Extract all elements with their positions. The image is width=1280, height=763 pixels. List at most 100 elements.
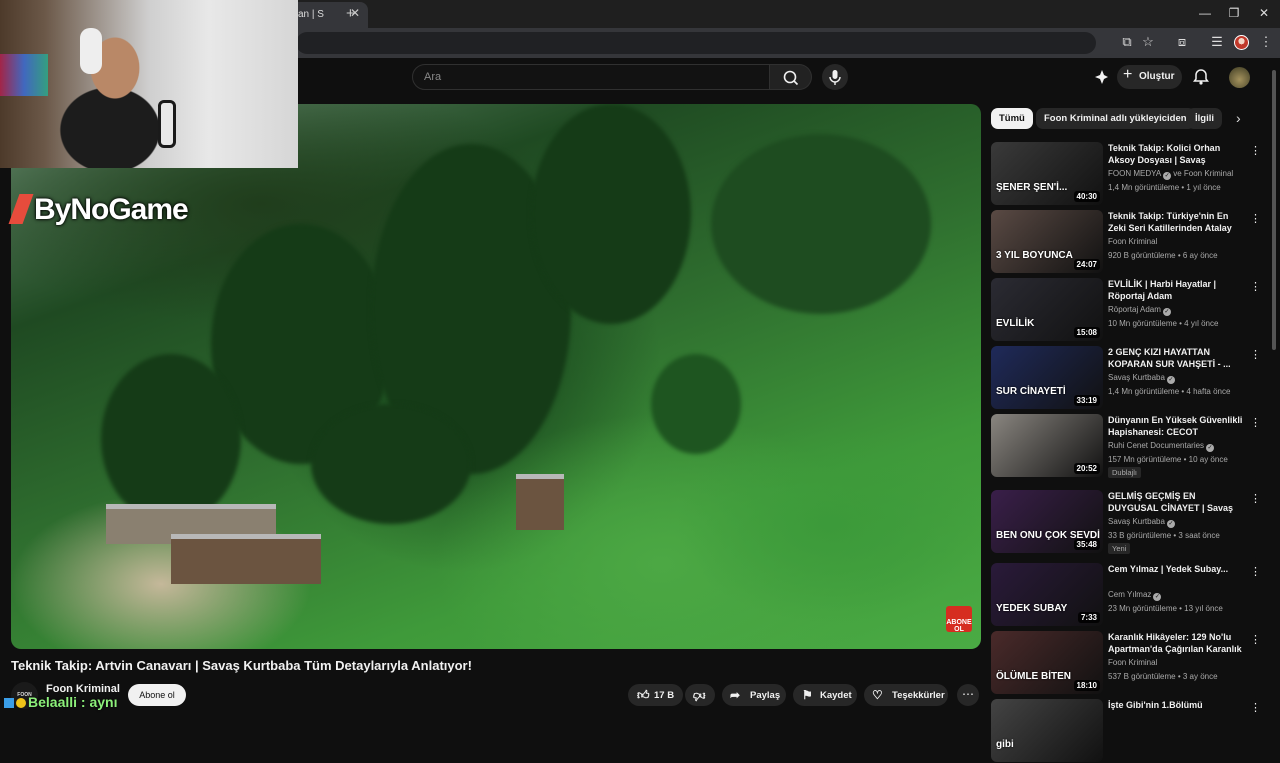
recommendation-title[interactable]: Dünyanın En Yüksek Güvenlikli Hapishanes… xyxy=(1108,414,1243,440)
share-button[interactable]: ➦ Paylaş xyxy=(722,684,786,706)
thumbnail-caption: SUR CİNAYETİ xyxy=(996,386,1066,397)
video-title: Teknik Takip: Artvin Canavarı | Savaş Ku… xyxy=(11,658,472,673)
video-thumbnail[interactable]: ÖLÜMLE BİTEN 18:10 xyxy=(991,631,1103,694)
more-vertical-icon[interactable]: ⋮ xyxy=(1250,144,1261,157)
recommendation-channel[interactable]: Foon Kriminal xyxy=(1108,658,1157,667)
more-vertical-icon[interactable]: ⋮ xyxy=(1250,212,1261,225)
account-avatar[interactable] xyxy=(1229,67,1250,88)
like-button[interactable]: 👍︎ 17 B xyxy=(628,684,683,706)
verified-check-icon: ✓ xyxy=(1153,593,1162,601)
address-bar[interactable] xyxy=(296,32,1096,54)
recommendation-channel-name: Cem Yılmaz xyxy=(1108,590,1152,599)
subscribe-watermark-badge[interactable]: ABONE OL xyxy=(946,606,972,633)
browser-menu-icon[interactable]: ⋮ xyxy=(1257,34,1275,52)
video-thumbnail[interactable]: YEDEK SUBAY 7:33 xyxy=(991,563,1103,626)
recommendation-item[interactable]: SUR CİNAYETİ 33:19 2 GENÇ KIZI HAYATTAN KO… xyxy=(991,346,1271,410)
video-thumbnail[interactable]: EVLİLİK 15:08 xyxy=(991,278,1103,341)
search-button[interactable] xyxy=(770,64,812,90)
recommendation-channel[interactable]: Röportaj Adam ✓ xyxy=(1108,305,1173,316)
recommendation-title[interactable]: Cem Yılmaz | Yedek Subay... xyxy=(1108,563,1243,589)
recommendation-item[interactable]: BEN ONU ÇOK SEVDİ 35:48 GELMİŞ GEÇMİŞ EN D… xyxy=(991,490,1271,554)
sparkle-icon[interactable] xyxy=(1092,68,1110,86)
create-button[interactable]: + Oluştur xyxy=(1117,65,1182,89)
recommendation-title[interactable]: İşte Gibi'nin 1.Bölümü xyxy=(1108,699,1243,725)
recommendation-meta: 157 Mn görüntüleme • 10 ay önce xyxy=(1108,455,1228,464)
search-input[interactable]: Ara xyxy=(412,64,770,90)
thanks-icon: ♡ xyxy=(872,688,883,702)
verified-check-icon: ✓ xyxy=(1166,520,1175,528)
recommendation-title[interactable]: EVLİLİK | Harbi Hayatlar | Röportaj Adam xyxy=(1108,278,1243,304)
duration-badge: 24:07 xyxy=(1073,259,1100,270)
new-tab-button[interactable]: + xyxy=(346,5,355,22)
voice-search-button[interactable] xyxy=(822,64,848,90)
video-thumbnail[interactable]: 20:52 xyxy=(991,414,1103,477)
recommendation-channel[interactable]: Ruhi Cenet Documentaries ✓ xyxy=(1108,441,1216,452)
dislike-button[interactable]: 👍︎ xyxy=(685,684,715,706)
duration-badge: 33:19 xyxy=(1073,395,1100,406)
recommendation-channel[interactable]: FOON MEDYA ✓ ve Foon Kriminal xyxy=(1108,169,1233,180)
more-vertical-icon[interactable]: ⋮ xyxy=(1250,416,1261,429)
recommendation-title[interactable]: Teknik Takip: Türkiye'nin En Zeki Seri K… xyxy=(1108,210,1243,236)
recommendation-meta: 920 B görüntüleme • 6 ay önce xyxy=(1108,251,1218,260)
recommendation-item[interactable]: ÖLÜMLE BİTEN 18:10 Karanlık Hikâyeler: 129… xyxy=(991,631,1271,695)
recommendation-title[interactable]: Karanlık Hikâyeler: 129 No'lu Apartman'd… xyxy=(1108,631,1243,657)
recommendation-item[interactable]: gibi İşte Gibi'nin 1.Bölümü ⋮ xyxy=(991,699,1271,763)
duration-badge: 15:08 xyxy=(1073,327,1100,338)
video-thumbnail[interactable]: 3 YIL BOYUNCA 24:07 xyxy=(991,210,1103,273)
recommendation-channel[interactable]: Savaş Kurtbaba ✓ xyxy=(1108,373,1177,384)
more-vertical-icon[interactable]: ⋮ xyxy=(1250,633,1261,646)
recommendation-item[interactable]: 3 YIL BOYUNCA 24:07 Teknik Takip: Türkiye'… xyxy=(991,210,1271,274)
minimize-button[interactable]: — xyxy=(1195,6,1215,20)
restore-button[interactable]: ❐ xyxy=(1224,6,1244,20)
duration-badge: 40:30 xyxy=(1073,191,1100,202)
webcam-overlay xyxy=(0,0,298,168)
duration-badge: 35:48 xyxy=(1073,539,1100,550)
bookmark-star-icon[interactable]: ☆ xyxy=(1139,34,1157,52)
more-vertical-icon[interactable]: ⋮ xyxy=(1250,348,1261,361)
thanks-button[interactable]: ♡ Teşekkürler xyxy=(864,684,948,706)
video-thumbnail[interactable]: SUR CİNAYETİ 33:19 xyxy=(991,346,1103,409)
recommendation-item[interactable]: 20:52 Dünyanın En Yüksek Güvenlikli Hapis… xyxy=(991,414,1271,478)
chip-related[interactable]: İlgili xyxy=(1187,108,1222,129)
recommendation-channel-name: Foon Kriminal xyxy=(1108,237,1158,246)
more-vertical-icon[interactable]: ⋮ xyxy=(1250,701,1261,714)
sidebar-scrollbar[interactable] xyxy=(1272,70,1276,350)
recommendation-channel-name: Ruhi Cenet Documentaries xyxy=(1108,441,1205,450)
video-thumbnail[interactable]: ŞENER ŞEN'İ... 40:30 xyxy=(991,142,1103,205)
browser-profile-avatar[interactable] xyxy=(1234,35,1249,50)
recommendation-title[interactable]: 2 GENÇ KIZI HAYATTAN KOPARAN SUR VAHŞETİ… xyxy=(1108,346,1243,372)
recommendation-channel-name: Savaş Kurtbaba xyxy=(1108,373,1165,382)
recommendation-meta: 10 Mn görüntüleme • 4 yıl önce xyxy=(1108,319,1219,328)
recommendation-meta: 1,4 Mn görüntüleme • 4 hafta önce xyxy=(1108,387,1231,396)
video-thumbnail[interactable]: BEN ONU ÇOK SEVDİ 35:48 xyxy=(991,490,1103,553)
chip-from-uploader[interactable]: Foon Kriminal adlı yükleyiciden xyxy=(1036,108,1195,129)
video-thumbnail[interactable]: gibi xyxy=(991,699,1103,762)
chevron-right-icon[interactable]: › xyxy=(1236,110,1241,126)
recommendation-item[interactable]: ŞENER ŞEN'İ... 40:30 Teknik Takip: Kolici … xyxy=(991,142,1271,206)
more-actions-button[interactable]: ⋯ xyxy=(957,684,979,706)
cast-icon[interactable]: ⧉ xyxy=(1118,34,1136,52)
more-vertical-icon[interactable]: ⋮ xyxy=(1250,565,1261,578)
subscribe-button[interactable]: Abone ol xyxy=(128,684,186,706)
more-vertical-icon[interactable]: ⋮ xyxy=(1250,280,1261,293)
recommendation-item[interactable]: YEDEK SUBAY 7:33 Cem Yılmaz | Yedek Subay.… xyxy=(991,563,1271,627)
recommendation-title[interactable]: GELMİŞ GEÇMİŞ EN DUYGUSAL CİNAYET | Sava… xyxy=(1108,490,1243,516)
recommendation-channel[interactable]: Cem Yılmaz ✓ xyxy=(1108,590,1163,601)
recommendation-item[interactable]: EVLİLİK 15:08 EVLİLİK | Harbi Hayatlar | R… xyxy=(991,278,1271,342)
recommendation-channel[interactable]: Foon Kriminal xyxy=(1108,237,1157,246)
verified-check-icon: ✓ xyxy=(1166,376,1175,384)
close-window-button[interactable]: ✕ xyxy=(1254,6,1274,20)
extensions-icon[interactable]: ⧈ xyxy=(1173,34,1191,52)
save-button[interactable]: ⚑ Kaydet xyxy=(793,684,857,706)
more-vertical-icon[interactable]: ⋮ xyxy=(1250,492,1261,505)
recommendation-channel[interactable]: Savaş Kurtbaba ✓ xyxy=(1108,517,1177,528)
bynogame-watermark: ByNoGame xyxy=(8,193,189,227)
chip-all[interactable]: Tümü xyxy=(991,108,1033,129)
video-player[interactable] xyxy=(11,104,981,649)
thumbnail-caption: ŞENER ŞEN'İ... xyxy=(996,182,1068,193)
notifications-bell-icon[interactable] xyxy=(1192,68,1210,86)
recommendation-title[interactable]: Teknik Takip: Kolici Orhan Aksoy Dosyası… xyxy=(1108,142,1243,168)
thumbnail-caption: YEDEK SUBAY xyxy=(996,603,1068,614)
media-control-icon[interactable]: ☰ xyxy=(1208,34,1226,52)
recommendation-channel-name: Savaş Kurtbaba xyxy=(1108,517,1165,526)
